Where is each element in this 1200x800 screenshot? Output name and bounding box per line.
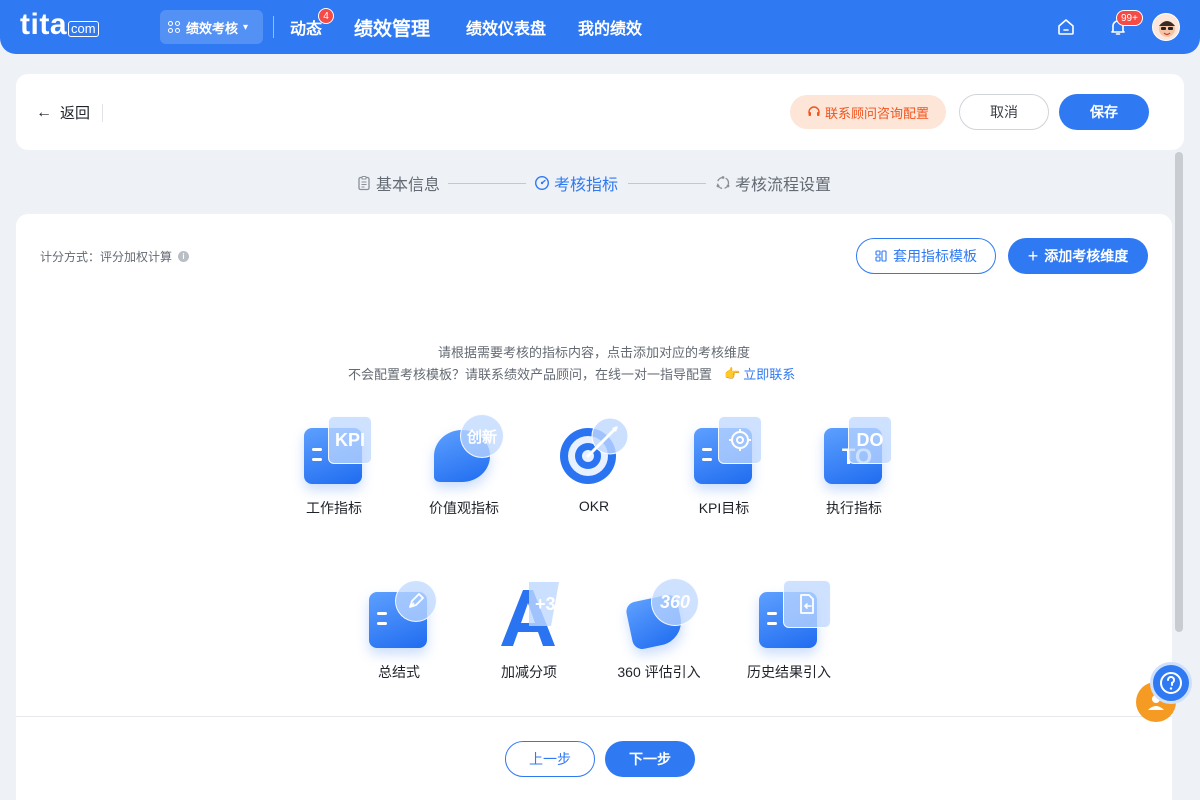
apps-grid-icon xyxy=(168,21,180,33)
question-icon xyxy=(1160,672,1182,694)
back-label: 返回 xyxy=(60,105,91,122)
kpi-target-document-icon xyxy=(684,414,764,490)
divider xyxy=(102,103,104,122)
apply-template-button[interactable]: 套用指标模板 xyxy=(856,238,996,274)
user-avatar[interactable] xyxy=(1152,13,1180,41)
tile-execution-indicator[interactable]: TO DO 执行指标 xyxy=(799,414,909,518)
info-icon[interactable]: i xyxy=(178,251,190,262)
tile-values-indicator[interactable]: 创新 价值观指标 xyxy=(409,414,519,518)
chevron-down-icon: ▾ xyxy=(243,21,249,33)
tile-label: 历史结果引入 xyxy=(747,664,831,680)
360-evaluation-icon: 360 xyxy=(619,578,699,654)
history-document-icon xyxy=(749,578,831,654)
consult-label: 联系顾问咨询配置 xyxy=(824,105,929,121)
todo-icon: TO DO xyxy=(814,414,894,490)
tile-label: 价值观指标 xyxy=(429,500,499,516)
step-process-settings[interactable]: 考核流程设置 xyxy=(715,170,831,196)
next-step-button[interactable]: 下一步 xyxy=(605,741,695,777)
pointing-hand-icon: 👉 xyxy=(724,365,741,381)
tile-label: 工作指标 xyxy=(306,500,362,516)
clipboard-icon xyxy=(358,175,370,191)
tile-history-import[interactable]: 历史结果引入 xyxy=(734,578,844,682)
nav-dynamic[interactable]: 动态 xyxy=(290,0,322,54)
tile-work-indicator[interactable]: KPI 工作指标 xyxy=(279,414,389,518)
cancel-button[interactable]: 取消 xyxy=(959,94,1049,130)
headset-icon xyxy=(808,106,820,116)
tile-label: 执行指标 xyxy=(826,500,882,516)
template-icon xyxy=(875,250,887,262)
tile-label: KPI目标 xyxy=(698,500,750,516)
speech-bubble-icon: 创新 xyxy=(424,414,504,490)
step-connector xyxy=(448,183,526,184)
tile-badge: KPI xyxy=(328,416,372,464)
logo-domain: com xyxy=(68,21,99,37)
step-indicator: 基本信息 考核指标 考核流程设置 xyxy=(0,170,1200,196)
tile-badge: 创新 xyxy=(460,414,504,458)
nav-my-performance[interactable]: 我的绩效 xyxy=(578,0,642,54)
home-icon[interactable] xyxy=(1056,17,1076,37)
add-dimension-button[interactable]: + 添加考核维度 xyxy=(1008,238,1148,274)
previous-step-button[interactable]: 上一步 xyxy=(505,741,595,777)
letter-a-icon: +3 xyxy=(489,578,569,654)
apply-template-label: 套用指标模板 xyxy=(893,248,977,264)
notification-badge: 99+ xyxy=(1116,10,1143,26)
module-switcher[interactable]: 绩效考核 ▾ xyxy=(160,10,263,44)
module-label: 绩效考核 xyxy=(186,20,239,36)
indicator-config-card: 计分方式：评分加权计算 i 套用指标模板 + 添加考核维度 请根据需要考核的指标… xyxy=(16,214,1172,800)
step-label: 基本信息 xyxy=(376,177,441,194)
target-icon xyxy=(554,414,634,490)
scoring-method-label: 计分方式：评分加权计算 xyxy=(40,250,173,264)
tile-okr[interactable]: OKR xyxy=(539,414,649,514)
step-label: 考核流程设置 xyxy=(735,177,832,194)
tile-label: 加减分项 xyxy=(501,664,557,680)
nav-performance-management[interactable]: 绩效管理 xyxy=(354,0,430,54)
add-dimension-label: 添加考核维度 xyxy=(1044,248,1129,264)
step-connector xyxy=(628,183,706,184)
hint-line: 不会配置考核模板？请联系绩效产品顾问，在线一对一指导配置 xyxy=(348,367,713,382)
top-navbar: tita com 绩效考核 ▾ 动态 4 绩效管理 绩效仪表盘 我的绩效 99+ xyxy=(0,0,1200,54)
avatar-face-icon xyxy=(1159,21,1175,37)
gauge-icon xyxy=(534,175,550,191)
flow-icon xyxy=(716,176,730,190)
back-button[interactable]: ← 返回 xyxy=(36,102,104,123)
dynamic-count-badge: 4 xyxy=(318,8,334,24)
footer-bar: 上一步 下一步 xyxy=(16,716,1172,800)
arrow-left-icon: ← xyxy=(36,103,52,121)
kpi-document-icon: KPI xyxy=(294,414,374,490)
tile-summary[interactable]: 总结式 xyxy=(344,578,454,682)
tile-kpi-goal[interactable]: KPI目标 xyxy=(669,414,779,518)
consult-advisor-button[interactable]: 联系顾问咨询配置 xyxy=(790,95,946,129)
hint-text: 请根据需要考核的指标内容，点击添加对应的考核维度 xyxy=(437,345,750,360)
tile-label: 总结式 xyxy=(378,664,420,680)
tile-label: 360 评估引入 xyxy=(617,664,701,680)
scoring-method: 计分方式：评分加权计算 i xyxy=(40,248,190,265)
contact-now-link[interactable]: 👉 立即联系 xyxy=(724,364,795,383)
divider xyxy=(273,16,274,38)
tile-badge: DO xyxy=(848,416,892,464)
tile-badge: +3 xyxy=(535,594,556,614)
nav-performance-dashboard[interactable]: 绩效仪表盘 xyxy=(466,0,546,54)
tile-label: OKR xyxy=(578,498,610,514)
contact-now-label: 立即联系 xyxy=(743,367,796,382)
tile-360-import[interactable]: 360 360 评估引入 xyxy=(604,578,714,682)
pen-document-icon xyxy=(359,578,439,654)
tile-bonus-deduction[interactable]: +3 加减分项 xyxy=(474,578,584,682)
logo-word: tita xyxy=(20,8,67,41)
scrollbar[interactable] xyxy=(1175,152,1183,632)
tita-logo[interactable]: tita com xyxy=(20,10,99,40)
plus-icon: + xyxy=(1027,246,1039,266)
step-indicators[interactable]: 考核指标 xyxy=(534,170,618,196)
step-basic-info[interactable]: 基本信息 xyxy=(356,170,440,196)
help-button[interactable] xyxy=(1150,662,1192,704)
step-label: 考核指标 xyxy=(554,177,619,194)
tile-badge: 360 xyxy=(651,578,699,626)
save-button[interactable]: 保存 xyxy=(1059,94,1149,130)
hint-text-secondary: 不会配置考核模板？请联系绩效产品顾问，在线一对一指导配置 👉 立即联系 xyxy=(348,364,795,383)
header-card: ← 返回 联系顾问咨询配置 取消 保存 xyxy=(16,74,1184,150)
